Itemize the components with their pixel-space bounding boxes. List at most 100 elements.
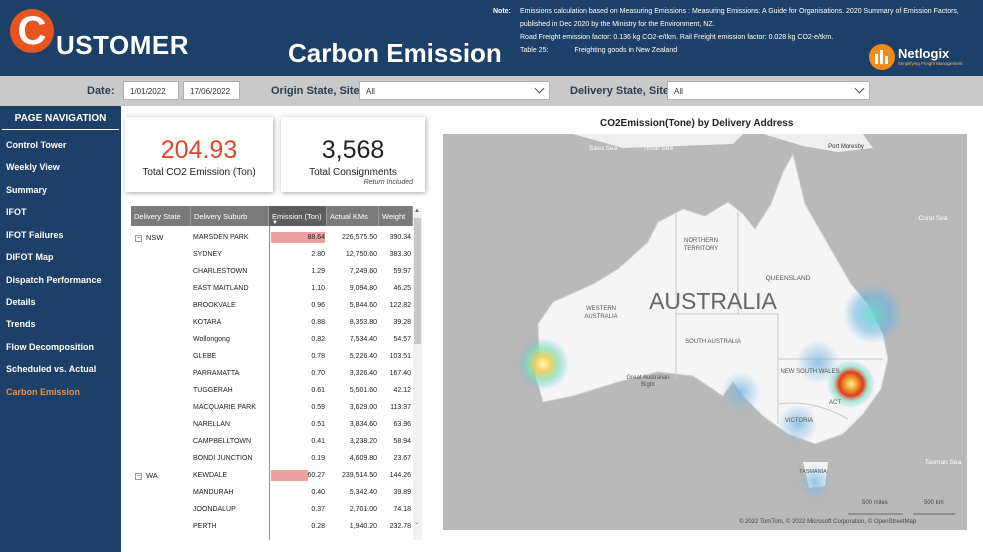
collapse-icon[interactable]: − xyxy=(135,235,142,242)
map-label-vic: VICTORIA xyxy=(785,418,813,424)
consignments-subnote: Return Included xyxy=(363,179,413,186)
heat-brisbane xyxy=(843,284,903,344)
table-cell-weight: 113.37 xyxy=(390,404,411,411)
filter-bar: Date: 1/01/2022 17/06/2022 Origin State,… xyxy=(0,76,983,106)
nav-item-ifot-failures[interactable]: IFOT Failures xyxy=(6,230,64,240)
nav-item-ifot[interactable]: IFOT xyxy=(6,207,27,217)
map-label-nsw: NEW SOUTH WALES xyxy=(780,369,839,375)
date-to-input[interactable]: 17/06/2022 xyxy=(183,81,240,100)
col-header-weight[interactable]: Weight xyxy=(379,206,413,226)
table-cell-suburb: MANDURAH xyxy=(193,489,234,496)
table-cell-kms: 5,501.60 xyxy=(349,387,377,394)
note-factors: Road Freight emission factor: 0.136 kg C… xyxy=(520,34,834,41)
map-label-nt-1: NORTHERN xyxy=(684,238,718,244)
table-cell-suburb: CHARLESTOWN xyxy=(193,268,248,275)
map-label-act: ACT xyxy=(829,400,841,406)
scrollbar-thumb[interactable] xyxy=(414,218,421,344)
table-cell-emission: 2.80 xyxy=(311,251,325,258)
nav-item-flow-decomposition[interactable]: Flow Decomposition xyxy=(6,342,94,352)
table-cell-emission: 0.88 xyxy=(311,319,325,326)
table-cell-suburb: KOTARA xyxy=(193,319,222,326)
heat-adelaide xyxy=(721,372,761,412)
delivery-filter-label: Delivery State, Site: xyxy=(570,85,673,97)
table-cell-emission: 1.29 xyxy=(311,268,325,275)
note-table-label: Table 25: xyxy=(520,47,549,54)
map-label-bight-1: Great Australian xyxy=(626,375,669,381)
map-label-tas: TASMANIA xyxy=(799,469,827,475)
map-label-tasman-sea: Tasman Sea xyxy=(925,459,962,466)
collapse-icon[interactable]: − xyxy=(135,473,142,480)
table-cell-suburb: SYDNEY xyxy=(193,251,222,258)
table-cell-kms: 5,342.40 xyxy=(349,489,377,496)
table-cell-kms: 7,534.40 xyxy=(349,336,377,343)
table-cell-suburb: Wollongong xyxy=(193,336,230,343)
table-cell-weight: 383.30 xyxy=(389,251,411,258)
date-label: Date: xyxy=(87,85,115,97)
table-cell-kms: 5,226.40 xyxy=(349,353,377,360)
table-cell-suburb: NARELLAN xyxy=(193,421,230,428)
page-navigation: PAGE NAVIGATION Control Tower Weekly Vie… xyxy=(0,106,121,552)
co2-heat-map[interactable]: NORTHERN TERRITORY QUEENSLAND WESTERN AU… xyxy=(443,134,967,530)
col-header-delivery-state[interactable]: Delivery State xyxy=(131,206,191,226)
table-scrollbar[interactable]: ▲ ⌄ xyxy=(413,208,422,540)
nav-item-details[interactable]: Details xyxy=(6,297,36,307)
table-cell-weight: 23.67 xyxy=(393,455,411,462)
map-label-timor-sea: Timor Sea xyxy=(643,145,673,152)
map-label-sa: SOUTH AUSTRALIA xyxy=(685,339,741,345)
table-cell-weight: 59.97 xyxy=(393,268,411,275)
scroll-up-icon[interactable]: ▲ xyxy=(414,208,420,214)
table-cell-emission: 1.10 xyxy=(311,285,325,292)
nav-item-trends[interactable]: Trends xyxy=(6,319,36,329)
group-state-label: NSW xyxy=(146,233,164,242)
table-cell-emission: 0.51 xyxy=(311,421,325,428)
table-cell-kms: 3,238.20 xyxy=(349,438,377,445)
origin-filter-label: Origin State, Site: xyxy=(271,85,364,97)
nav-item-control-tower[interactable]: Control Tower xyxy=(6,140,66,150)
table-cell-suburb: PERTH xyxy=(193,523,217,530)
table-cell-emission: 0.40 xyxy=(311,489,325,496)
table-cell-suburb: CAMPBELLTOWN xyxy=(193,438,252,445)
table-cell-weight: 232.78 xyxy=(389,523,411,530)
nav-item-difot-map[interactable]: DIFOT Map xyxy=(6,252,54,262)
nav-item-dispatch-performance[interactable]: Dispatch Performance xyxy=(6,275,102,285)
nav-item-carbon-emission[interactable]: Carbon Emission xyxy=(6,387,80,397)
delivery-filter-dropdown[interactable]: All xyxy=(667,81,870,100)
col-header-actual-kms[interactable]: Actual KMs xyxy=(327,206,379,226)
table-cell-weight: 144.26 xyxy=(389,472,411,479)
map-attribution[interactable]: © 2022 TomTom, © 2022 Microsoft Corporat… xyxy=(739,519,916,525)
table-cell-emission: 0.41 xyxy=(311,438,325,445)
emission-table: Delivery State Delivery Suburb Emission … xyxy=(131,206,423,540)
group-state-label: WA xyxy=(146,471,158,480)
table-cell-emission: 0.61 xyxy=(311,387,325,394)
nav-item-weekly-view[interactable]: Weekly View xyxy=(6,162,60,172)
origin-filter-dropdown[interactable]: All xyxy=(359,81,550,100)
table-cell-kms: 4,609.80 xyxy=(349,455,377,462)
date-from-input[interactable]: 1/01/2022 xyxy=(123,81,179,100)
note-text: Emissions calculation based on Measuring… xyxy=(520,8,959,28)
table-cell-kms: 8,353.80 xyxy=(349,319,377,326)
map-label-wa-2: AUSTRALIA xyxy=(584,314,617,320)
origin-filter-value: All xyxy=(366,87,375,96)
col-header-delivery-suburb[interactable]: Delivery Suburb xyxy=(191,206,269,226)
table-group-header[interactable]: − WA xyxy=(135,471,158,480)
table-cell-suburb: BROOKVALE xyxy=(193,302,236,309)
heat-melbourne xyxy=(778,404,818,444)
co2-total-value: 204.93 xyxy=(160,136,238,164)
note-table-text: Freighting goods in New Zealand xyxy=(574,47,678,54)
table-cell-weight: 167.40 xyxy=(389,370,411,377)
table-cell-weight: 39.28 xyxy=(393,319,411,326)
col-header-emission[interactable]: Emission (Ton) ▼ xyxy=(269,206,327,226)
table-cell-weight: 58.94 xyxy=(393,438,411,445)
map-canvas: NORTHERN TERRITORY QUEENSLAND WESTERN AU… xyxy=(517,134,962,515)
table-cell-emission: 60.27 xyxy=(307,472,325,479)
table-group-header[interactable]: − NSW xyxy=(135,233,164,242)
nav-item-summary[interactable]: Summary xyxy=(6,185,47,195)
nav-item-scheduled-vs-actual[interactable]: Scheduled vs. Actual xyxy=(6,364,96,374)
map-label-nt-2: TERRITORY xyxy=(684,246,718,252)
map-label-coral-sea: Coral Sea xyxy=(919,215,948,222)
map-label-australia: AUSTRALIA xyxy=(649,288,777,314)
table-cell-kms: 239,514.50 xyxy=(341,472,377,479)
scroll-down-icon[interactable]: ⌄ xyxy=(414,519,419,526)
table-cell-weight: 46.25 xyxy=(393,285,411,292)
header-bar: C USTOMER Carbon Emission Note: Emission… xyxy=(0,0,983,76)
